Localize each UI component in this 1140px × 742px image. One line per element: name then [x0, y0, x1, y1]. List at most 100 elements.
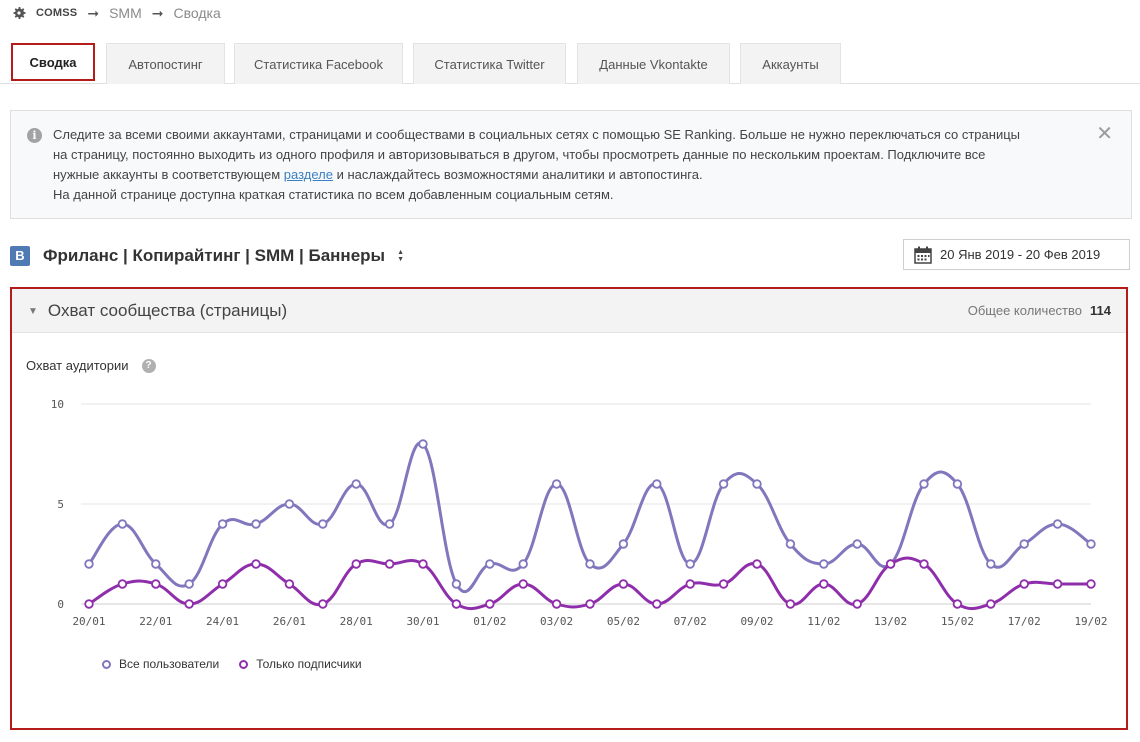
data-point: [618, 539, 629, 549]
data-point: [485, 559, 495, 569]
x-tick-label: 07/02: [674, 615, 707, 628]
data-point: [451, 599, 462, 609]
data-point: [451, 579, 462, 589]
data-point: [952, 479, 963, 489]
data-point: [819, 559, 829, 569]
data-point: [217, 519, 228, 529]
data-point: [852, 539, 862, 549]
date-range-picker[interactable]: 20 Янв 2019 - 20 Фев 2019: [903, 239, 1130, 270]
x-tick-label: 03/02: [540, 615, 573, 628]
data-point: [885, 559, 896, 569]
data-point: [652, 599, 662, 609]
chart-legend: Все пользователи Только подписчики: [102, 657, 382, 671]
data-point: [752, 559, 762, 569]
data-point: [318, 599, 328, 609]
data-point: [284, 579, 295, 589]
y-tick-label: 5: [57, 498, 64, 511]
data-point: [785, 539, 796, 549]
data-point: [151, 559, 161, 569]
project-name[interactable]: Фриланс | Копирайтинг | SMM | Баннеры: [43, 246, 385, 266]
data-point: [284, 499, 295, 509]
legend-label: Все пользователи: [119, 657, 220, 671]
close-icon[interactable]: ✕: [1096, 124, 1113, 144]
data-point: [1019, 579, 1029, 589]
data-point: [685, 579, 695, 589]
info-icon: i: [27, 128, 42, 143]
data-point: [418, 439, 428, 449]
legend-label: Только подписчики: [256, 657, 362, 671]
tab-summary[interactable]: Сводка: [11, 43, 95, 81]
alert-text: и наслаждайтесь возможностями аналитики …: [332, 167, 703, 182]
data-point: [852, 599, 862, 609]
data-point: [184, 599, 194, 609]
alert-text: нужные аккаунты в соответствующем: [53, 167, 284, 182]
data-point: [585, 559, 595, 569]
data-point: [117, 519, 128, 529]
data-point: [217, 579, 228, 589]
x-tick-label: 30/01: [406, 615, 439, 628]
data-point: [919, 559, 929, 569]
data-point: [986, 599, 996, 609]
data-point: [752, 479, 762, 489]
data-point: [952, 599, 963, 609]
project-header: В Фриланс | Копирайтинг | SMM | Баннеры …: [10, 246, 404, 266]
data-point: [986, 559, 996, 569]
x-tick-label: 01/02: [473, 615, 506, 628]
arrow-right-icon: ➞: [87, 4, 100, 21]
gear-icon[interactable]: [11, 5, 27, 21]
calendar-icon: [914, 246, 932, 264]
tab-facebook-stats[interactable]: Статистика Facebook: [234, 43, 403, 84]
data-point: [84, 559, 94, 569]
tab-bar: Сводка Автопостинг Статистика Facebook С…: [0, 43, 1140, 84]
data-point: [251, 519, 261, 529]
data-point: [1052, 579, 1063, 589]
data-point: [184, 579, 194, 589]
reach-panel: ▼ Охват сообщества (страницы) Общее коли…: [10, 287, 1128, 730]
x-tick-label: 17/02: [1008, 615, 1041, 628]
alert-line: нужные аккаунты в соответствующем раздел…: [53, 165, 1081, 185]
project-switch-icon[interactable]: ▲ ▼: [397, 249, 404, 263]
legend-item-all-users[interactable]: Все пользователи: [102, 657, 219, 671]
y-tick-label: 10: [51, 398, 64, 411]
breadcrumb: COMSS ➞ SMM ➞ Сводка: [11, 4, 221, 22]
data-point: [1086, 539, 1096, 549]
data-point: [151, 579, 161, 589]
section-link[interactable]: разделе: [284, 167, 333, 182]
x-tick-label: 15/02: [941, 615, 974, 628]
x-tick-label: 13/02: [874, 615, 907, 628]
data-point: [919, 479, 929, 489]
reach-chart: 0 5 10 20/01 22/01 24/01 26/01 28/01 30/01 01/02 0…: [51, 398, 1108, 628]
legend-item-subscribers[interactable]: Только подписчики: [239, 657, 362, 671]
data-point: [518, 579, 528, 589]
data-point: [1052, 519, 1063, 529]
data-point: [351, 479, 361, 489]
data-point: [84, 599, 94, 609]
breadcrumb-root[interactable]: COMSS: [36, 7, 77, 19]
data-point: [1019, 539, 1029, 549]
breadcrumb-item-smm[interactable]: SMM: [109, 5, 142, 21]
x-tick-label: 28/01: [340, 615, 373, 628]
data-point: [518, 559, 528, 569]
data-point: [384, 519, 395, 529]
tab-twitter-stats[interactable]: Статистика Twitter: [413, 43, 566, 84]
data-point: [718, 479, 729, 489]
data-point: [318, 519, 328, 529]
data-point: [785, 599, 796, 609]
data-point: [685, 559, 695, 569]
x-tick-label: 19/02: [1074, 615, 1107, 628]
tab-vkontakte-data[interactable]: Данные Vkontakte: [577, 43, 730, 84]
data-point: [819, 579, 829, 589]
x-tick-label: 05/02: [607, 615, 640, 628]
data-point: [718, 579, 729, 589]
data-point: [618, 579, 629, 589]
x-tick-label: 20/01: [72, 615, 105, 628]
tab-accounts[interactable]: Аккаунты: [740, 43, 841, 84]
alert-line: на страницу, постоянно выходить из одног…: [53, 147, 986, 162]
arrow-right-icon: ➞: [151, 4, 164, 21]
legend-marker: [102, 659, 111, 669]
data-point: [418, 559, 428, 569]
data-point: [485, 599, 495, 609]
tab-autoposting[interactable]: Автопостинг: [106, 43, 225, 84]
alert-line: Следите за всеми своими аккаунтами, стра…: [53, 127, 1020, 142]
data-point: [551, 599, 562, 609]
